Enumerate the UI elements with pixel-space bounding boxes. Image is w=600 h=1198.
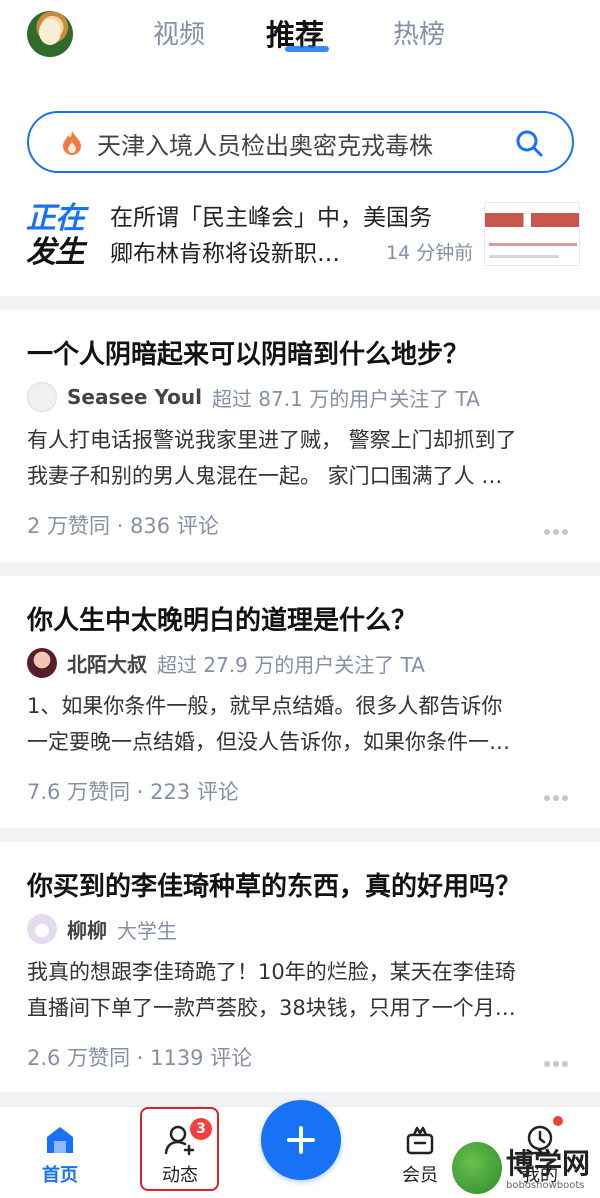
hot-flame-icon bbox=[63, 131, 81, 155]
author-name[interactable]: 柳柳 bbox=[67, 919, 107, 943]
top-nav: 视频 推荐 热榜 bbox=[0, 0, 600, 80]
tab-video[interactable]: 视频 bbox=[153, 14, 205, 51]
activity-badge: 3 bbox=[190, 1118, 212, 1140]
answer-excerpt[interactable]: 我真的想跟李佳琦跪了！10年的烂脸，某天在李佳琦 直播间下单了一款芦荟胶，38块… bbox=[27, 954, 577, 1026]
answer-excerpt[interactable]: 有人打电话报警说我家里进了贼， 警察上门却抓到了 我妻子和别的男人鬼混在一起。 … bbox=[27, 422, 577, 494]
answer-stats: 2 万赞同 · 836 评论 bbox=[27, 514, 219, 538]
question-title[interactable]: 你人生中太晚明白的道理是什么？ bbox=[27, 600, 417, 637]
author-followers: 大学生 bbox=[117, 918, 177, 943]
more-options-icon[interactable] bbox=[544, 520, 572, 535]
question-title[interactable]: 一个人阴暗起来可以阴暗到什么地步？ bbox=[27, 334, 469, 371]
active-tab-indicator bbox=[285, 46, 329, 52]
author-row: 北陌大叔 超过 27.9 万的用户关注了 TA bbox=[27, 648, 425, 678]
vip-bag-icon bbox=[406, 1126, 434, 1155]
author-row: Seasee Youl 超过 87.1 万的用户关注了 TA bbox=[27, 382, 480, 412]
leaf-logo-icon bbox=[452, 1142, 502, 1194]
author-name[interactable]: 北陌大叔 bbox=[67, 653, 147, 677]
home-icon bbox=[47, 1127, 73, 1153]
question-title[interactable]: 你买到的李佳琦种草的东西，真的好用吗？ bbox=[27, 866, 521, 903]
search-icon[interactable] bbox=[514, 128, 544, 158]
author-followers: 超过 27.9 万的用户关注了 TA bbox=[157, 652, 425, 677]
author-avatar[interactable] bbox=[27, 648, 57, 678]
user-avatar[interactable] bbox=[27, 11, 73, 57]
search-section: 天津入境人员检出奥密克戎毒株 bbox=[0, 80, 600, 180]
feed-card[interactable]: 一个人阴暗起来可以阴暗到什么地步？ Seasee Youl 超过 87.1 万的用… bbox=[0, 310, 600, 562]
notification-dot bbox=[553, 1116, 563, 1126]
feed-card[interactable]: 你买到的李佳琦种草的东西，真的好用吗？ 柳柳 大学生 我真的想跟李佳琦跪了！10年… bbox=[0, 842, 600, 1092]
tab-home[interactable]: 首页 bbox=[20, 1123, 100, 1187]
search-bar[interactable]: 天津入境人员检出奥密克戎毒株 bbox=[27, 111, 574, 173]
site-watermark: 博学网 bobosnowboots bbox=[452, 1138, 600, 1198]
search-input[interactable]: 天津入境人员检出奥密克戎毒株 bbox=[97, 126, 433, 161]
author-avatar[interactable] bbox=[27, 382, 57, 412]
author-row: 柳柳 大学生 bbox=[27, 914, 177, 944]
author-followers: 超过 87.1 万的用户关注了 TA bbox=[211, 386, 480, 411]
create-post-button[interactable] bbox=[261, 1100, 341, 1180]
feed-card[interactable]: 你人生中太晚明白的道理是什么？ 北陌大叔 超过 27.9 万的用户关注了 TA 1… bbox=[0, 576, 600, 828]
happening-now-banner[interactable]: 正在 发生 在所谓「民主峰会」中，美国务 卿布林肯称将设新职… 14 分钟前 bbox=[0, 180, 600, 296]
tab-hot-list[interactable]: 热榜 bbox=[393, 14, 445, 51]
happening-now-time: 14 分钟前 bbox=[386, 242, 474, 264]
more-options-icon[interactable] bbox=[544, 786, 572, 801]
answer-excerpt[interactable]: 1、如果你条件一般，就早点结婚。很多人都告诉你 一定要晚一点结婚，但没人告诉你，… bbox=[27, 688, 577, 760]
answer-stats: 2.6 万赞同 · 1139 评论 bbox=[27, 1046, 253, 1070]
happening-now-logo: 正在 发生 bbox=[26, 201, 85, 270]
news-thumbnail bbox=[484, 202, 580, 266]
answer-stats: 7.6 万赞同 · 223 评论 bbox=[27, 780, 239, 804]
author-avatar[interactable] bbox=[27, 914, 57, 944]
author-name[interactable]: Seasee Youl bbox=[67, 385, 202, 409]
tab-vip[interactable]: 会员 bbox=[380, 1123, 460, 1187]
more-options-icon[interactable] bbox=[544, 1052, 572, 1067]
